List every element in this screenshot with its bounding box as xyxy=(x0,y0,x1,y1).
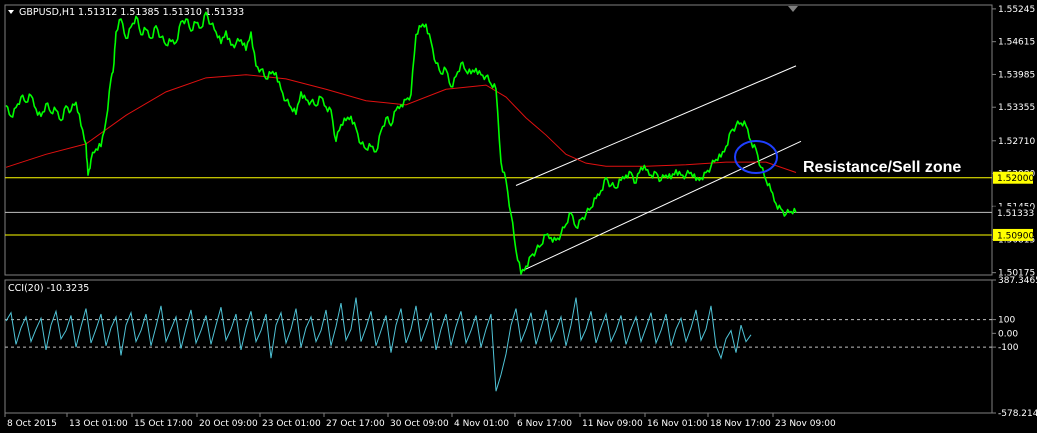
cci-y-tick-label: 387.3465 xyxy=(998,276,1037,286)
y-tick-label: 1.54615 xyxy=(998,38,1035,48)
x-tick-label: 6 Nov 17:00 xyxy=(517,419,572,429)
x-tick-label: 20 Oct 09:00 xyxy=(199,419,258,429)
x-tick-label: 16 Nov 01:00 xyxy=(647,419,708,429)
resistance-annotation: Resistance/Sell zone xyxy=(803,159,961,176)
cci-y-tick-label: -100 xyxy=(998,343,1019,353)
cci-y-tick-label: -578.214 xyxy=(998,409,1037,419)
x-tick-label: 8 Oct 2015 xyxy=(7,419,57,429)
symbol-label: GBPUSD,H1 xyxy=(19,7,75,18)
cci-title: CCI(20) -10.3235 xyxy=(8,283,89,294)
current-price-label: 1.51333 xyxy=(997,209,1034,219)
y-tick-label: 1.53985 xyxy=(998,70,1035,80)
chart-stage: GBPUSD,H1 1.51312 1.51385 1.51310 1.5133… xyxy=(0,0,1037,433)
resistance-price-label: 1.52000 xyxy=(997,174,1034,184)
x-tick-label: 18 Nov 17:00 xyxy=(710,419,771,429)
x-tick-label: 4 Nov 01:00 xyxy=(454,419,509,429)
ohlc-label: 1.51312 1.51385 1.51310 1.51333 xyxy=(78,7,244,18)
chart-header: GBPUSD,H1 1.51312 1.51385 1.51310 1.5133… xyxy=(8,7,244,18)
y-tick-label: 1.53355 xyxy=(998,103,1035,113)
x-tick-label: 23 Oct 01:00 xyxy=(262,419,321,429)
x-tick-label: 30 Oct 09:00 xyxy=(390,419,449,429)
x-tick-label: 13 Oct 01:00 xyxy=(69,419,128,429)
y-tick-label: 1.55245 xyxy=(998,5,1035,15)
x-tick-label: 15 Oct 17:00 xyxy=(134,419,193,429)
x-tick-label: 27 Oct 17:00 xyxy=(326,419,385,429)
chart-background xyxy=(0,0,1037,433)
x-tick-label: 11 Nov 09:00 xyxy=(582,419,643,429)
y-tick-label: 1.52710 xyxy=(998,137,1035,147)
support-price-label: 1.50900 xyxy=(997,231,1034,241)
cci-y-tick-label: 0.00 xyxy=(998,329,1018,339)
x-tick-label: 23 Nov 09:00 xyxy=(775,419,836,429)
cci-y-tick-label: 100 xyxy=(998,316,1015,326)
